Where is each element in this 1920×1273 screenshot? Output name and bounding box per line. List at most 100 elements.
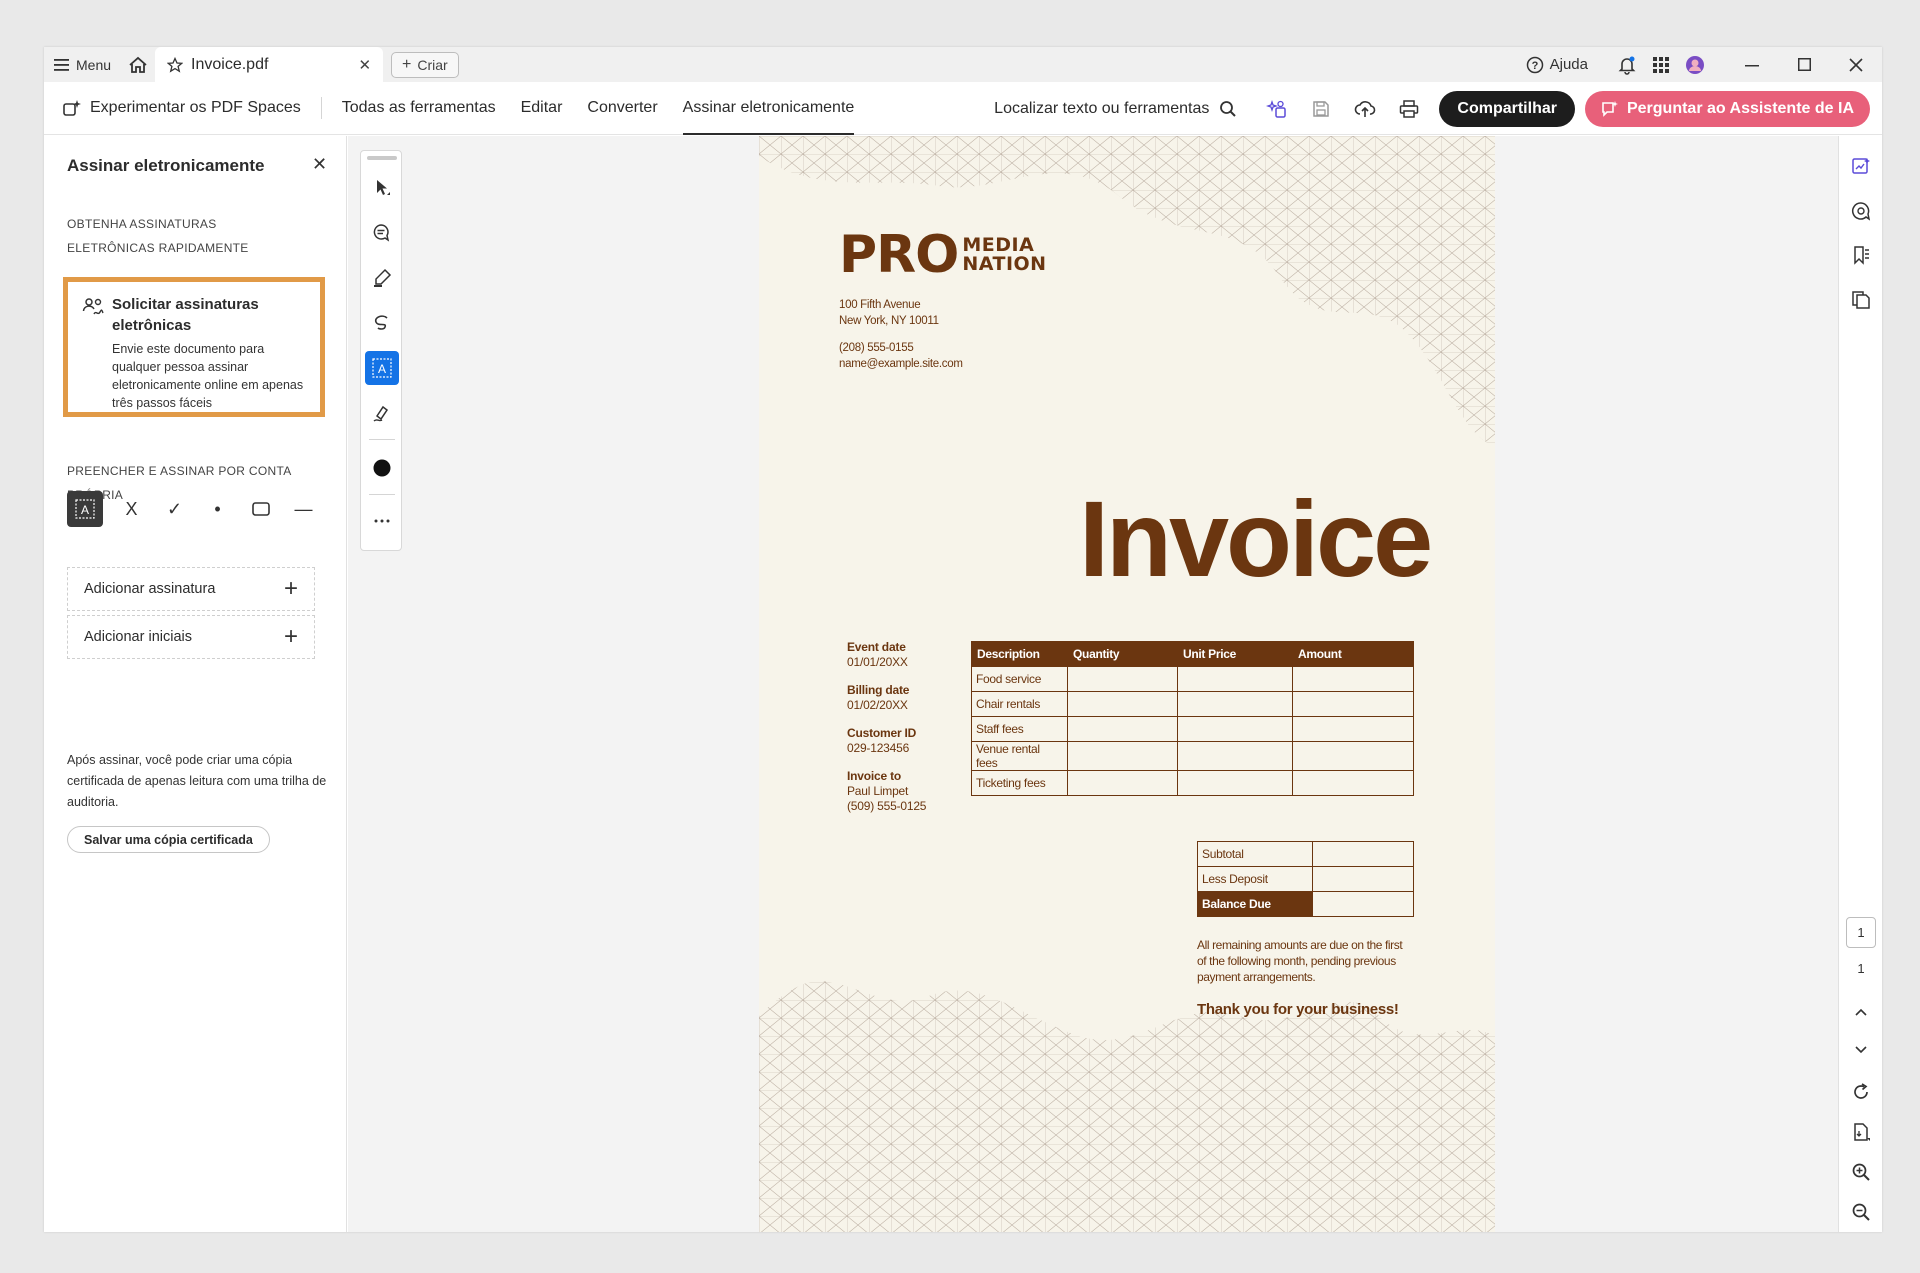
highlight-tool[interactable] <box>365 261 399 295</box>
cell <box>1067 691 1178 717</box>
row-description: Staff fees <box>971 716 1068 742</box>
cell <box>1292 741 1414 771</box>
check-mark-tool[interactable]: ✓ <box>153 491 196 527</box>
print-button[interactable] <box>1387 82 1431 135</box>
add-signature-button[interactable]: Adicionar assinatura + <box>67 567 315 611</box>
tab-invoice[interactable]: Invoice.pdf ✕ <box>155 47 384 82</box>
cursor-icon <box>377 180 390 195</box>
request-signatures-card[interactable]: Solicitar assinaturas eletrônicas Envie … <box>63 277 325 417</box>
color-swatch-icon <box>373 459 391 477</box>
apps-button[interactable] <box>1644 47 1678 82</box>
header-quantity: Quantity <box>1067 641 1178 667</box>
zoom-in-button[interactable] <box>1845 1156 1877 1188</box>
meta-value: Paul Limpet <box>847 784 909 798</box>
pages-icon <box>1852 291 1870 309</box>
certified-copy-note: Após assinar, você pode criar uma cópia … <box>67 753 327 809</box>
share-button[interactable]: Compartilhar <box>1439 90 1575 127</box>
save-certified-copy-button[interactable]: Salvar uma cópia certificada <box>67 826 270 853</box>
home-button[interactable] <box>121 47 155 82</box>
menu-button[interactable]: Menu <box>44 47 121 82</box>
meta-label: Event date <box>847 640 906 654</box>
comments-rail-button[interactable] <box>1845 195 1877 227</box>
request-signatures-description: Envie este documento para qualquer pesso… <box>112 342 304 410</box>
minimize-button[interactable] <box>1726 47 1778 82</box>
ai-sparkle-icon <box>1266 99 1287 118</box>
nav-convert[interactable]: Converter <box>587 82 657 135</box>
sign-tool[interactable] <box>365 396 399 430</box>
address-line-2: New York, NY 10011 <box>839 315 939 327</box>
zoom-out-button[interactable] <box>1845 1196 1877 1228</box>
ai-tools-button[interactable] <box>1255 82 1299 135</box>
cell <box>1292 691 1414 717</box>
pen-sign-icon <box>373 405 389 422</box>
cell <box>1177 770 1293 796</box>
cell <box>1067 741 1178 771</box>
meta-billing-date: Billing date 01/02/20XX <box>847 683 926 713</box>
cell <box>1177 741 1293 771</box>
cell <box>1312 891 1414 917</box>
tab-bar: Menu Invoice.pdf ✕ + Criar ? Ajuda <box>44 47 1882 82</box>
nav-e-sign[interactable]: Assinar eletronicamente <box>682 82 854 135</box>
invoice-meta: Event date 01/01/20XX Billing date 01/02… <box>847 640 926 827</box>
nav-all-tools[interactable]: Todas as ferramentas <box>342 82 496 135</box>
chevron-up-icon <box>1855 1008 1867 1016</box>
printer-icon <box>1400 99 1419 118</box>
color-picker[interactable] <box>365 451 399 485</box>
row-description: Food service <box>971 666 1068 692</box>
pdf-page[interactable]: PRO MEDIA NATION 100 Fifth Avenue New Yo… <box>759 136 1495 1232</box>
next-page-button[interactable] <box>1845 1034 1877 1066</box>
comment-list-icon <box>1851 202 1871 221</box>
add-initials-label: Adicionar iniciais <box>84 629 192 645</box>
close-window-button[interactable] <box>1830 47 1882 82</box>
upload-button[interactable] <box>1343 82 1387 135</box>
panel-close-icon[interactable]: ✕ <box>312 154 327 175</box>
e-sign-panel: Assinar eletronicamente ✕ OBTENHA ASSINA… <box>44 136 347 1232</box>
try-pdf-spaces-button[interactable]: Experimentar os PDF Spaces <box>44 82 301 135</box>
select-tool[interactable] <box>365 171 399 205</box>
tools-divider <box>369 494 395 495</box>
cell <box>1292 716 1414 742</box>
add-text-quick-tool[interactable]: A <box>365 351 399 385</box>
avatar[interactable] <box>1678 47 1712 82</box>
help-button[interactable]: ? Ajuda <box>1526 56 1588 74</box>
fill-sign-icon <box>1852 158 1870 174</box>
toolbar-grip[interactable] <box>367 156 397 160</box>
find-tools-search[interactable]: Localizar texto ou ferramentas <box>994 100 1237 118</box>
pages-rail-button[interactable] <box>1845 284 1877 316</box>
draw-tool[interactable] <box>365 306 399 340</box>
e-sign-rail-button[interactable] <box>1845 150 1877 182</box>
page-display-button[interactable] <box>1845 1116 1877 1148</box>
rotate-button[interactable] <box>1845 1076 1877 1108</box>
maximize-button[interactable] <box>1778 47 1830 82</box>
current-page-input[interactable]: 1 <box>1846 917 1876 948</box>
line-tool[interactable]: — <box>282 491 325 527</box>
zoom-in-icon <box>1852 1163 1870 1181</box>
bookmarks-rail-button[interactable] <box>1845 239 1877 271</box>
rectangle-tool[interactable] <box>239 491 282 527</box>
document-canvas[interactable]: A PRO MEDIA NATION 100 Fifth Avenue New … <box>348 136 1838 1232</box>
text-field-icon: A <box>75 499 95 519</box>
notifications-button[interactable] <box>1610 47 1644 82</box>
section-label-get-signatures: OBTENHA ASSINATURAS ELETRÔNICAS RAPIDAME… <box>67 217 249 255</box>
previous-page-button[interactable] <box>1845 996 1877 1028</box>
cross-mark-tool[interactable]: X <box>110 491 153 527</box>
address-line-1: 100 Fifth Avenue <box>839 299 921 311</box>
add-signature-label: Adicionar assinatura <box>84 581 216 597</box>
create-button[interactable]: + Criar <box>391 51 459 78</box>
more-tools-button[interactable] <box>365 504 399 538</box>
svg-text:A: A <box>378 362 386 376</box>
meta-value: 01/01/20XX <box>847 655 908 669</box>
nav-edit[interactable]: Editar <box>521 82 563 135</box>
close-tab-icon[interactable]: ✕ <box>358 56 371 74</box>
try-pdf-spaces-label: Experimentar os PDF Spaces <box>90 99 301 116</box>
row-description: Venue rental fees <box>971 741 1068 771</box>
star-icon[interactable] <box>167 56 184 73</box>
save-button[interactable] <box>1299 82 1343 135</box>
add-text-tool[interactable]: A <box>67 491 103 527</box>
ai-assistant-button[interactable]: Perguntar ao Assistente de IA <box>1584 90 1870 127</box>
comment-tool[interactable] <box>365 216 399 250</box>
add-initials-button[interactable]: Adicionar iniciais + <box>67 615 315 659</box>
header-unit-price: Unit Price <box>1177 641 1293 667</box>
main-toolbar: Experimentar os PDF Spaces Todas as ferr… <box>44 82 1882 135</box>
dot-tool[interactable]: • <box>196 491 239 527</box>
